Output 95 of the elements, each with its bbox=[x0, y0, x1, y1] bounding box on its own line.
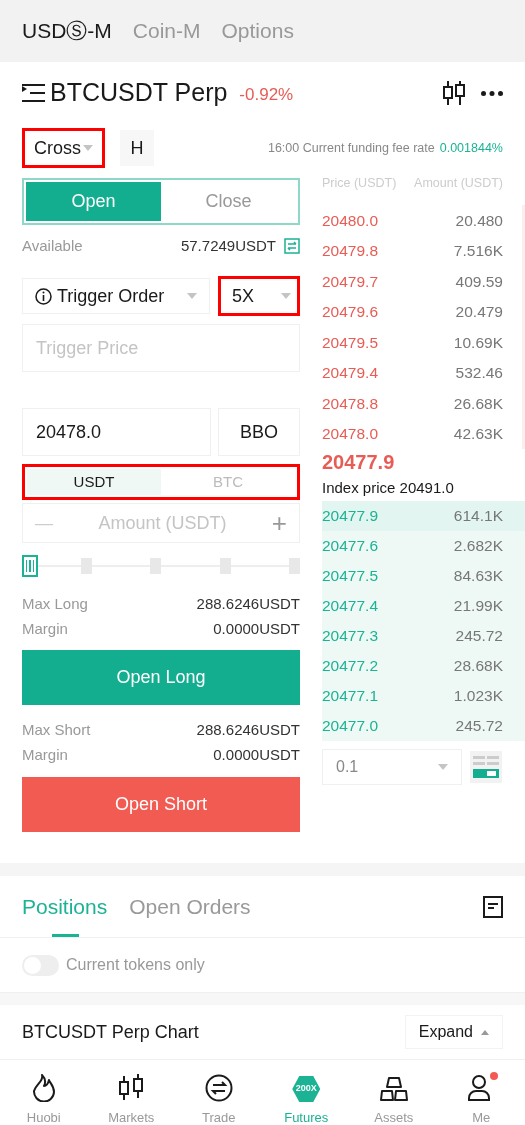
bid-amount: 2.682K bbox=[453, 536, 503, 557]
market-tab[interactable]: USDⓈ-M bbox=[22, 15, 112, 47]
positions-tab[interactable]: Positions bbox=[22, 875, 108, 938]
ask-price[interactable]: 20479.4 bbox=[322, 361, 379, 385]
candlestick-icon[interactable] bbox=[443, 81, 465, 105]
ask-price[interactable]: 20478.0 bbox=[322, 422, 379, 446]
funding-rate: 0.001844% bbox=[439, 139, 503, 157]
market-tab[interactable]: Options bbox=[221, 15, 294, 47]
last-price: 20477.9 bbox=[322, 450, 396, 475]
caret-icon bbox=[187, 293, 197, 299]
bbo-button[interactable]: BBO bbox=[218, 408, 300, 456]
bid-price[interactable]: 20477.2 bbox=[322, 654, 379, 678]
layout-icon[interactable] bbox=[470, 751, 502, 783]
index-price: Index price 20491.0 bbox=[322, 477, 455, 498]
slider-track[interactable] bbox=[22, 555, 300, 577]
nav-tab[interactable]: Trade bbox=[175, 1060, 263, 1125]
precision-dropdown[interactable]: 0.1 bbox=[322, 749, 462, 785]
stat-label: Margin bbox=[22, 619, 68, 640]
bid-amount: 21.99K bbox=[453, 596, 503, 617]
ask-amount: 532.46 bbox=[455, 363, 503, 384]
stat-value: 288.6246USDT bbox=[196, 593, 300, 614]
decrease-button[interactable]: — bbox=[35, 509, 53, 537]
info-icon bbox=[35, 287, 52, 305]
stat-value: 0.0000USDT bbox=[213, 619, 300, 640]
bid-price[interactable]: 20477.9 bbox=[322, 504, 379, 528]
bid-amount: 28.68K bbox=[453, 656, 503, 677]
nav-tab[interactable]: Markets bbox=[87, 1060, 175, 1125]
nav-tab[interactable]: Me bbox=[437, 1060, 525, 1125]
candlestick-icon bbox=[118, 1074, 145, 1102]
bid-price[interactable]: 20477.1 bbox=[322, 684, 379, 708]
bid-amount: 1.023K bbox=[453, 686, 503, 707]
side-tab[interactable]: Open bbox=[26, 182, 161, 221]
caret-icon bbox=[83, 145, 93, 151]
leverage-dropdown[interactable]: 5X bbox=[218, 276, 300, 316]
expand-button[interactable]: Expand bbox=[404, 1015, 503, 1049]
open-short-button[interactable]: Open Short bbox=[22, 777, 300, 832]
ask-price[interactable]: 20478.8 bbox=[322, 391, 379, 415]
transfer-icon[interactable] bbox=[284, 238, 300, 254]
chart-title: BTCUSDT Perp Chart bbox=[22, 1020, 199, 1044]
ask-amount: 7.516K bbox=[453, 241, 503, 262]
toggle-label: Current tokens only bbox=[66, 955, 205, 975]
ask-amount: 42.63K bbox=[453, 424, 503, 445]
increase-button[interactable]: + bbox=[271, 510, 287, 536]
ask-price[interactable]: 20480.0 bbox=[322, 208, 379, 232]
stat-value: 0.0000USDT bbox=[213, 745, 300, 766]
stacked-blocks-icon bbox=[379, 1076, 408, 1102]
slider-thumb[interactable] bbox=[22, 555, 38, 577]
margin-mode-dropdown[interactable]: Cross bbox=[22, 128, 105, 168]
swap-icon bbox=[204, 1074, 233, 1102]
flame-icon bbox=[31, 1074, 56, 1102]
bid-amount: 245.72 bbox=[455, 626, 503, 647]
stat-value: 288.6246USDT bbox=[196, 719, 300, 740]
price-change: -0.92% bbox=[239, 84, 294, 107]
ask-amount: 20.480 bbox=[455, 210, 503, 231]
more-icon[interactable] bbox=[481, 90, 503, 96]
positions-tab[interactable]: Open Orders bbox=[129, 875, 251, 938]
caret-icon bbox=[438, 764, 448, 770]
ask-price[interactable]: 20479.8 bbox=[322, 239, 379, 263]
stat-label: Max Long bbox=[22, 593, 88, 614]
price-field[interactable]: 20478.0 bbox=[22, 408, 211, 456]
order-type-dropdown[interactable]: Trigger Order bbox=[22, 278, 210, 314]
unit-tab[interactable]: USDT bbox=[27, 469, 161, 495]
stat-label: Max Short bbox=[22, 719, 91, 740]
ask-price[interactable]: 20479.7 bbox=[322, 269, 379, 293]
bid-amount: 245.72 bbox=[455, 716, 503, 737]
ask-amount: 10.69K bbox=[453, 332, 503, 353]
bid-amount: 84.63K bbox=[453, 566, 503, 587]
menu-icon[interactable] bbox=[22, 84, 45, 102]
open-long-button[interactable]: Open Long bbox=[22, 650, 300, 705]
position-mode-button[interactable]: H bbox=[120, 130, 154, 166]
document-icon[interactable] bbox=[483, 895, 503, 918]
ask-price[interactable]: 20479.5 bbox=[322, 330, 379, 354]
amount-field[interactable]: — Amount (USDT) + bbox=[22, 503, 300, 543]
trigger-price-field[interactable]: Trigger Price bbox=[22, 324, 300, 372]
ask-price[interactable]: 20479.6 bbox=[322, 300, 379, 324]
available-label: Available bbox=[22, 235, 83, 256]
nav-tab[interactable]: 200X Futures bbox=[262, 1060, 350, 1125]
caret-icon bbox=[481, 1029, 489, 1035]
symbol-title[interactable]: BTCUSDT Perp bbox=[50, 74, 228, 112]
nav-tab[interactable]: Assets bbox=[350, 1060, 438, 1125]
bid-amount: 614.1K bbox=[453, 506, 503, 527]
funding-label: 16:00 Current funding fee rate bbox=[267, 139, 435, 157]
bid-price[interactable]: 20477.3 bbox=[322, 624, 379, 648]
ask-amount: 26.68K bbox=[453, 393, 503, 414]
ask-amount: 409.59 bbox=[455, 271, 503, 292]
bid-price[interactable]: 20477.5 bbox=[322, 564, 379, 588]
bid-price[interactable]: 20477.4 bbox=[322, 594, 379, 618]
stat-label: Margin bbox=[22, 745, 68, 766]
nav-tab[interactable]: Huobi bbox=[0, 1060, 88, 1125]
bid-price[interactable]: 20477.0 bbox=[322, 714, 379, 738]
available-value: 57.7249USDT bbox=[180, 235, 276, 256]
market-tab[interactable]: Coin-M bbox=[132, 15, 201, 47]
ask-amount: 20.479 bbox=[455, 302, 503, 323]
caret-icon bbox=[281, 293, 291, 299]
bid-price[interactable]: 20477.6 bbox=[322, 534, 379, 558]
